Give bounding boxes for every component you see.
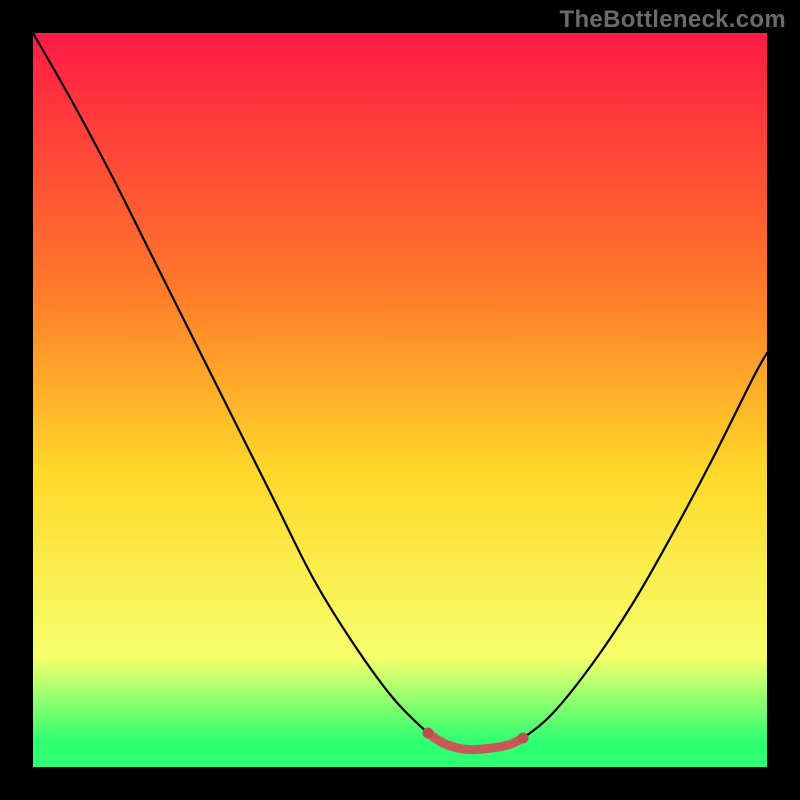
chart-frame: TheBottleneck.com [0,0,800,800]
optimal-region-endpoint-left [423,728,434,739]
optimal-region-endpoint-right [518,733,529,744]
watermark-text: TheBottleneck.com [560,6,786,34]
plot-svg [33,33,767,767]
plot-area [33,33,767,767]
gradient-background [33,33,767,767]
